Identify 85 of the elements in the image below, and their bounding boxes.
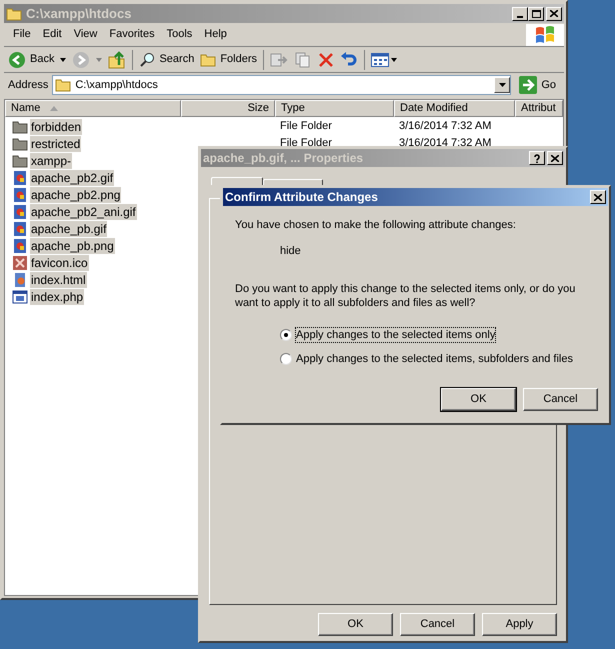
file-icon [12, 254, 28, 270]
address-field[interactable]: C:\xampp\htdocs [52, 75, 512, 95]
window-title: apache_pb.gif, ... Properties [203, 150, 364, 167]
close-button[interactable] [590, 190, 606, 204]
search-icon [139, 52, 156, 68]
help-icon [534, 154, 540, 162]
search-button[interactable]: Search [139, 51, 194, 68]
menu-item[interactable]: Tools [162, 24, 198, 45]
menu-item[interactable]: File [8, 24, 36, 45]
dropdown-arrow-icon[interactable] [60, 58, 66, 62]
file-name[interactable]: apache_pb2.png [30, 186, 122, 202]
minimize-icon [517, 16, 523, 18]
file-icon [12, 170, 28, 186]
folder-icon [55, 78, 72, 92]
maximize-icon [532, 10, 540, 18]
grid-icon [371, 52, 390, 66]
file-name[interactable]: xampp- [30, 152, 72, 168]
file-icon [12, 186, 28, 202]
maximize-button[interactable] [528, 6, 544, 20]
close-button[interactable] [547, 151, 563, 165]
folder-icon [6, 6, 22, 20]
dialog-button[interactable]: Cancel [523, 388, 598, 411]
go-arrow-icon [519, 76, 538, 94]
dropdown-button[interactable] [494, 77, 510, 93]
file-name[interactable]: apache_pb.gif [30, 220, 108, 236]
attribute-change-text: hide [280, 244, 302, 258]
address-label: Address [8, 78, 48, 93]
message-text: You have chosen to make the following attribute changes: [235, 218, 517, 232]
menu-item[interactable]: View [68, 24, 102, 45]
folder-icon [12, 152, 28, 168]
file-icon [12, 238, 28, 254]
views-button[interactable] [371, 52, 398, 66]
column-header[interactable]: Date Modified [394, 100, 515, 117]
radio-label[interactable]: Apply changes to the selected items, subfolders and files [296, 352, 573, 366]
close-icon [551, 154, 559, 162]
close-button[interactable] [546, 6, 562, 20]
file-name[interactable]: apache_pb2_ani.gif [30, 204, 137, 220]
column-header[interactable]: Type [275, 100, 394, 117]
dialog-button[interactable]: OK [441, 388, 516, 411]
menu-item[interactable]: Help [199, 24, 232, 45]
sort-arrow-icon [50, 106, 58, 111]
column-header[interactable]: Size [181, 100, 275, 117]
radio-label[interactable]: Apply changes to the selected items only [296, 328, 496, 342]
minimize-button[interactable] [512, 6, 528, 20]
radio-button[interactable] [280, 353, 292, 365]
folder-icon [200, 52, 216, 66]
file-name[interactable]: forbidden [30, 118, 82, 134]
file-name[interactable]: apache_pb2.gif [30, 170, 114, 186]
column-header[interactable]: Attribut [515, 100, 563, 117]
dialog-button[interactable]: Apply [482, 613, 557, 636]
file-name[interactable]: index.html [30, 272, 87, 288]
folder-up-icon[interactable] [108, 50, 126, 68]
help-button[interactable] [529, 151, 545, 165]
file-icon [12, 220, 28, 236]
dropdown-arrow-icon [498, 83, 506, 87]
file-name[interactable]: favicon.ico [30, 254, 89, 270]
radio-button[interactable] [280, 329, 292, 341]
folder-icon [12, 136, 28, 152]
date-modified: 3/16/2014 7:32 AM [399, 120, 492, 132]
question-text: Do you want to apply this change to the selected items only, or do you want to apply it to all subfolders and files as well? [235, 282, 576, 310]
file-icon [12, 288, 28, 304]
folders-button[interactable]: Folders [200, 51, 258, 68]
back-button[interactable]: Back [8, 50, 54, 68]
date-modified: 3/16/2014 7:32 AM [399, 137, 492, 150]
menu-item[interactable]: Favorites [104, 24, 160, 45]
dialog-button[interactable]: OK [318, 613, 393, 636]
close-icon [550, 10, 558, 17]
file-icon [12, 272, 28, 288]
dialog-button[interactable]: Cancel [400, 613, 475, 636]
window-title: Confirm Attribute Changes [225, 189, 378, 206]
window-title: C:\xampp\htdocs [26, 4, 132, 23]
menu-item[interactable]: Edit [38, 24, 67, 45]
file-type: File Folder [280, 120, 332, 132]
column-header[interactable]: Name [5, 100, 181, 117]
go-button[interactable]: Go [515, 76, 560, 94]
file-icon [12, 204, 28, 220]
dropdown-arrow-icon [391, 58, 398, 62]
close-icon [594, 194, 602, 200]
undo-icon[interactable] [340, 52, 358, 68]
windows-logo-icon [535, 26, 555, 44]
file-name[interactable]: apache_pb.png [30, 238, 115, 254]
file-type: File Folder [280, 137, 332, 150]
delete-icon[interactable] [318, 52, 334, 68]
file-name[interactable]: restricted [30, 136, 82, 152]
file-name[interactable]: index.php [30, 288, 84, 304]
